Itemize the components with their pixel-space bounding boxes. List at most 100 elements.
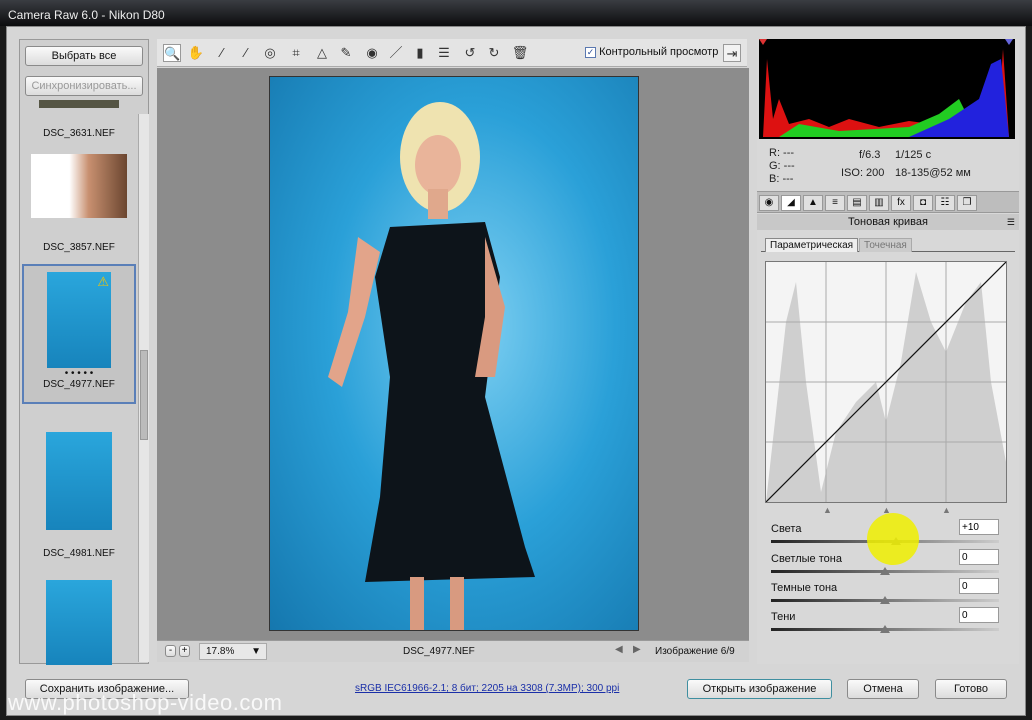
slider-knob[interactable] [880,567,890,575]
thumb-label: DSC_4977.NEF [43,379,115,390]
synchronize-button[interactable]: Синхронизировать... [25,76,143,96]
split-handle-shadows[interactable]: ▲ [823,505,832,515]
target-adjust-tool-icon[interactable]: ◎ [261,44,279,62]
camera-calibration-tab-icon[interactable]: ◘ [913,195,933,211]
photo [269,76,639,631]
histogram [759,39,1015,139]
thumb-label: DSC_3631.NEF [43,128,115,139]
cancel-button[interactable]: Отмена [847,679,919,699]
lens: 18-135@52 мм [895,167,971,179]
tone-curve-tab-icon[interactable]: ◢ [781,195,801,211]
zoom-value: 17.8% [206,646,235,657]
rotate-left-icon[interactable]: ↺ [461,44,479,62]
filename: DSC_4977.NEF [403,646,475,657]
fullscreen-icon[interactable]: ⇥ [723,44,741,62]
filmstrip-scrollbar[interactable] [138,114,149,662]
spot-removal-tool-icon[interactable]: ✎ [337,44,355,62]
hsl-tab-icon[interactable]: ≡ [825,195,845,211]
woman-photo [328,102,535,630]
image-preview[interactable] [157,68,749,640]
iso: ISO: 200 [841,167,885,179]
graduated-filter-icon[interactable]: ▮ [411,44,429,62]
aperture: f/6.3 [859,149,881,161]
red-eye-tool-icon[interactable]: ◉ [363,44,381,62]
slider-darks[interactable]: Темные тона [771,578,999,610]
watermark: www.photoshop-video.com [8,690,283,715]
slider-label: Света [771,523,802,535]
shutter-speed: 1/125 с [895,149,932,161]
snapshots-tab-icon[interactable]: ❐ [957,195,977,211]
b-value: B: --- [769,173,794,185]
select-all-button[interactable]: Выбрать все [25,46,143,66]
filmstrip-item[interactable]: DSC_3857.NEF [24,154,134,253]
straighten-tool-icon[interactable]: △ [313,44,331,62]
thumb-label: DSC_4981.NEF [43,548,115,559]
white-balance-tool-icon[interactable]: ⁄ [213,44,231,62]
color-sampler-tool-icon[interactable]: ⁄ [237,44,255,62]
slider-lights[interactable]: Светлые тона [771,549,999,581]
zoom-select[interactable]: 17.8% ▼ [199,643,267,660]
lights-input[interactable] [959,549,999,565]
prev-image-icon[interactable]: ◀ [615,644,623,655]
tab-point[interactable]: Точечная [859,238,912,252]
effects-tab-icon[interactable]: fx [891,195,911,211]
tab-parametric[interactable]: Параметрическая [765,238,859,252]
panel-tabs: ◉ ◢ ▲ ≡ ▤ ▥ fx ◘ ☷ ❐ [757,191,1019,213]
tone-curve-graph[interactable] [765,261,1007,503]
slider-label: Темные тона [771,582,838,594]
image-counter: Изображение 6/9 [655,646,735,657]
hand-tool-icon[interactable]: ✋ [187,44,205,62]
warning-icon: ⚠ [97,274,109,289]
status-bar: - + 17.8% ▼ DSC_4977.NEF ◀ ▶ Изображение … [157,640,749,662]
basic-tab-icon[interactable]: ◉ [759,195,779,211]
slider-shadows[interactable]: Тени [771,607,999,639]
filmstrip-item[interactable]: DSC_4981.NEF [24,432,134,559]
curve-tabs: Параметрическая Точечная [761,238,1015,252]
right-panel: R: --- G: --- B: --- f/6.3 1/125 с ISO: 20… [757,39,1019,664]
rating-stars[interactable]: • • • • • [24,368,134,379]
panel-title: Тоновая кривая ☰ [757,214,1019,230]
slider-label: Светлые тона [771,553,842,565]
done-button[interactable]: Готово [935,679,1007,699]
toolbar: 🔍 ✋ ⁄ ⁄ ◎ ⌗ △ ✎ ◉ ／ ▮ ☰ ↺ ↻ 🗑 ✓ Контроль… [157,39,747,67]
shadows-input[interactable] [959,607,999,623]
filmstrip-item-selected[interactable]: ⚠ • • • • • DSC_4977.NEF [22,264,136,404]
split-toning-tab-icon[interactable]: ▤ [847,195,867,211]
panel-menu-icon[interactable]: ☰ [1007,214,1015,230]
open-image-button[interactable]: Открыть изображение [687,679,832,699]
detail-tab-icon[interactable]: ▲ [803,195,823,211]
adjustment-brush-icon[interactable]: ／ [387,44,405,62]
info-panel: R: --- G: --- B: --- f/6.3 1/125 с ISO: 20… [759,143,1015,187]
title-bar: Camera Raw 6.0 - Nikon D80 [0,0,1032,26]
preview-label: Контрольный просмотр [599,46,719,58]
slider-knob[interactable] [880,625,890,633]
slider-label: Тени [771,611,796,623]
camera-raw-window: Выбрать все Синхронизировать... DSC_3631… [6,26,1026,716]
filmstrip: Выбрать все Синхронизировать... DSC_3631… [19,39,149,665]
zoom-in-button[interactable]: + [179,645,190,657]
darks-input[interactable] [959,578,999,594]
slider-highlights[interactable]: Света [771,513,999,565]
zoom-tool-icon[interactable]: 🔍 [163,44,181,62]
slider-knob[interactable] [880,596,890,604]
rotate-right-icon[interactable]: ↻ [485,44,503,62]
next-image-icon[interactable]: ▶ [633,644,641,655]
crop-tool-icon[interactable]: ⌗ [287,44,305,62]
r-value: R: --- [769,147,795,159]
highlights-input[interactable] [959,519,999,535]
presets-tab-icon[interactable]: ☷ [935,195,955,211]
chevron-down-icon: ▼ [251,646,261,657]
preferences-icon[interactable]: ☰ [435,44,453,62]
checkmark-icon[interactable]: ✓ [585,47,596,58]
g-value: G: --- [769,160,795,172]
preview-checkbox[interactable]: ✓ Контрольный просмотр [585,46,718,58]
panel-title-text: Тоновая кривая [848,216,928,228]
thumb-label: DSC_3857.NEF [43,242,115,253]
filmstrip-item[interactable]: DSC_3631.NEF [24,100,134,139]
lens-corrections-tab-icon[interactable]: ▥ [869,195,889,211]
filmstrip-item[interactable] [24,580,134,665]
trash-icon[interactable]: 🗑 [511,44,529,62]
zoom-out-button[interactable]: - [165,645,176,657]
workflow-options-link[interactable]: sRGB IEC61966-2.1; 8 бит; 2205 на 3308 (… [355,683,619,694]
split-handle-highlights[interactable]: ▲ [942,505,951,515]
